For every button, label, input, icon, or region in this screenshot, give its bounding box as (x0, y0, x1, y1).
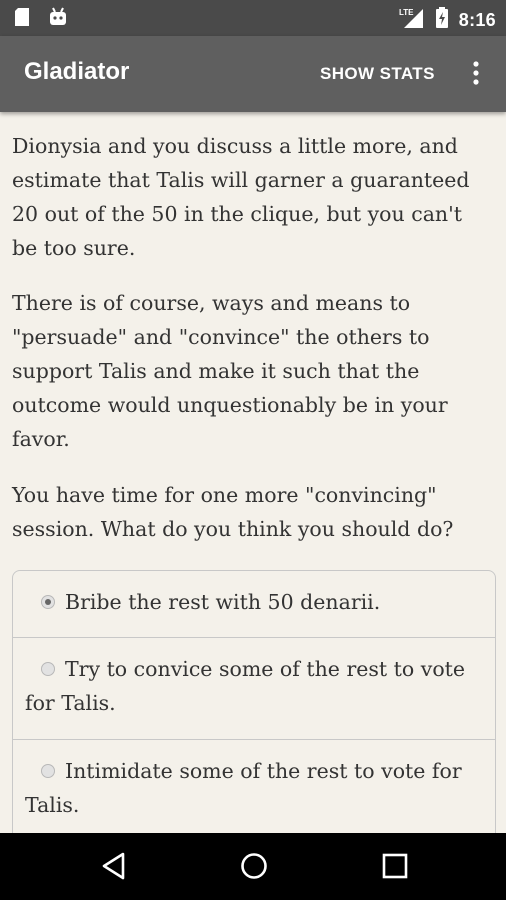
status-left-icons (14, 7, 68, 32)
radio-selected-icon[interactable] (41, 595, 55, 609)
story-paragraph: There is of course, ways and means to "p… (12, 291, 448, 451)
app-bar: Gladiator SHOW STATS (0, 36, 506, 112)
choice-label: Intimidate some of the rest to vote for … (25, 759, 462, 817)
story-paragraph: You have time for one more "convincing" … (12, 483, 454, 541)
more-vert-icon[interactable] (466, 60, 486, 88)
radio-unselected-icon[interactable] (41, 764, 55, 778)
show-stats-button[interactable]: SHOW STATS (320, 64, 435, 84)
choice-option[interactable]: Bribe the rest with 50 denarii. (13, 571, 495, 638)
back-icon[interactable] (100, 851, 128, 885)
choice-label: Try to convice some of the rest to vote … (25, 657, 466, 715)
radio-unselected-icon[interactable] (41, 662, 55, 676)
choice-option[interactable]: Intimidate some of the rest to vote for … (13, 740, 495, 833)
story-paragraph: Dionysia and you discuss a little more, … (12, 134, 470, 260)
app-title: Gladiator (24, 58, 130, 85)
status-right-icons: LTE 8:16 (399, 7, 496, 34)
signal-icon: LTE (399, 7, 425, 34)
status-bar: LTE 8:16 (0, 0, 506, 36)
choice-option[interactable]: Try to convice some of the rest to vote … (13, 638, 495, 740)
network-type-label: LTE (399, 8, 414, 17)
choice-label: Bribe the rest with 50 denarii. (65, 590, 381, 614)
sd-card-icon (14, 7, 30, 32)
home-icon[interactable] (239, 851, 269, 885)
choice-list: Bribe the rest with 50 denarii. Try to c… (12, 570, 496, 833)
navigation-bar (0, 833, 506, 900)
battery-icon (435, 7, 449, 34)
story-content[interactable]: Dionysia and you discuss a little more, … (0, 112, 506, 833)
recents-icon[interactable] (381, 851, 409, 885)
android-icon (48, 7, 68, 32)
clock-time: 8:16 (458, 10, 496, 30)
